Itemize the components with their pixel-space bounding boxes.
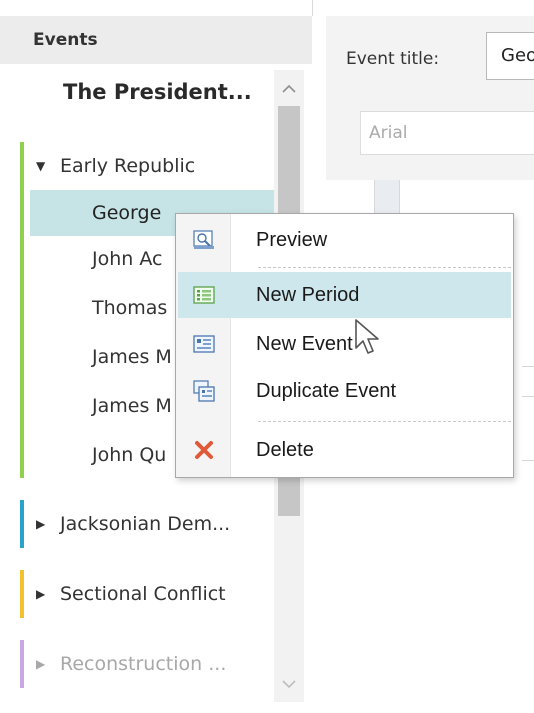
delete-icon — [178, 440, 230, 460]
collapsed-triangle-icon[interactable]: ▶ — [36, 587, 48, 601]
mouse-cursor-icon — [354, 318, 382, 362]
menu-item-label: New Period — [256, 283, 360, 306]
menu-item-new-period[interactable]: New Period — [178, 272, 511, 318]
group-label: Reconstruction ... — [60, 653, 227, 675]
group-jacksonian-democracy[interactable]: ▶ Jacksonian Dem... — [36, 508, 230, 540]
group-color-bar-early-republic — [20, 142, 24, 478]
menu-separator — [258, 267, 511, 268]
group-color-bar-sectional — [20, 570, 24, 618]
duplicate-event-icon — [178, 380, 230, 402]
context-menu: Preview New Period New Event Duplicate E… — [175, 213, 514, 478]
menu-item-duplicate-event[interactable]: Duplicate Event — [178, 368, 511, 414]
collapsed-triangle-icon[interactable]: ▶ — [36, 517, 48, 531]
group-color-bar-jacksonian — [20, 500, 24, 548]
event-title-label: Event title: — [346, 49, 440, 69]
timeline-root-title[interactable]: The President... — [63, 80, 252, 104]
group-early-republic[interactable]: ▼ Early Republic — [36, 150, 195, 182]
group-label: Jacksonian Dem... — [60, 513, 231, 535]
scroll-up-arrow-icon[interactable] — [274, 70, 304, 106]
menu-separator — [258, 421, 511, 422]
expanded-triangle-icon[interactable]: ▼ — [36, 159, 48, 173]
editor-divider — [522, 396, 534, 397]
menu-item-label: Duplicate Event — [256, 379, 397, 402]
group-reconstruction[interactable]: ▶ Reconstruction ... — [36, 648, 226, 680]
group-label: Sectional Conflict — [60, 583, 226, 605]
menu-item-new-event[interactable]: New Event — [178, 321, 511, 367]
preview-icon — [178, 230, 230, 250]
editor-toolbar: Event title: Geor Arial — [326, 16, 534, 180]
group-sectional-conflict[interactable]: ▶ Sectional Conflict — [36, 578, 226, 610]
group-color-bar-reconstruction — [20, 640, 24, 688]
new-event-icon — [178, 335, 230, 353]
group-label: Early Republic — [60, 155, 196, 177]
menu-item-delete[interactable]: Delete — [178, 427, 511, 473]
menu-item-label: Delete — [256, 438, 314, 461]
editor-divider — [522, 460, 534, 461]
new-period-icon — [178, 286, 230, 304]
editor-divider — [522, 366, 534, 367]
events-panel-header: Events — [0, 16, 312, 64]
menu-item-preview[interactable]: Preview — [178, 217, 511, 263]
font-family-select[interactable]: Arial — [360, 111, 534, 155]
collapsed-triangle-icon[interactable]: ▶ — [36, 657, 48, 671]
menu-item-label: New Event — [256, 332, 353, 355]
scroll-down-arrow-icon[interactable] — [274, 666, 304, 702]
menu-item-label: Preview — [256, 228, 328, 251]
event-title-input[interactable]: Geor — [486, 32, 534, 80]
